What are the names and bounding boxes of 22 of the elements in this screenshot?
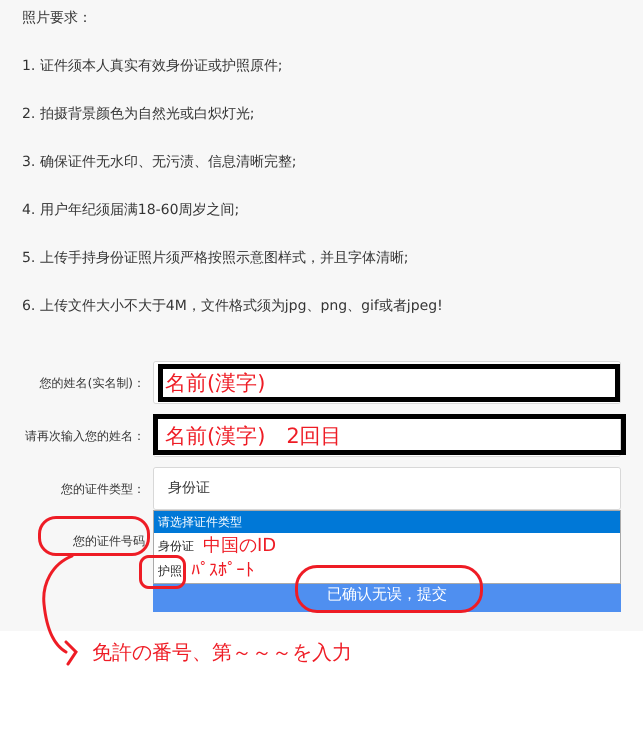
requirement-item: 6. 上传文件大小不大于4M，文件格式须为jpg、png、gif或者jpeg! — [22, 297, 444, 316]
requirement-item: 2. 拍摄背景颜色为自然光或白炽灯光; — [22, 105, 256, 124]
requirement-item: 1. 证件须本人真实有效身份证或护照原件; — [22, 57, 284, 76]
annotation-text: 名前(漢字) 2回目 — [165, 422, 342, 448]
requirement-item: 4. 用户年纪须届满18-60周岁之间; — [22, 201, 240, 220]
option-label: 身份证 — [158, 538, 194, 554]
requirement-item: 5. 上传手持身份证照片须严格按照示意图样式，并且字体清晰; — [22, 249, 410, 268]
field-label: 您的姓名(实名制)： — [40, 374, 145, 392]
annotation-text: 中国のID — [203, 534, 276, 556]
dropdown-option[interactable]: 请选择证件类型 — [154, 511, 620, 533]
annotation-text: 名前(漢字) — [165, 370, 266, 396]
annotation-text: ﾊﾟｽﾎﾟｰﾄ — [191, 560, 254, 582]
field-label: 您的证件类型： — [61, 480, 145, 498]
annotation-note: 免許の番号、第～～～を入力 — [92, 639, 352, 665]
select-field[interactable]: 身份证 — [153, 467, 621, 510]
option-label: 请选择证件类型 — [158, 514, 242, 531]
option-label: 护照 — [158, 562, 182, 580]
field-label: 请再次输入您的姓名： — [25, 428, 145, 444]
requirements-title: 照片要求： — [22, 9, 93, 28]
field-label: 您的证件号码 — [73, 533, 145, 550]
input-field[interactable]: 名前(漢字) — [153, 361, 621, 404]
requirement-item: 3. 确保证件无水印、无污渍、信息清晰完整; — [22, 153, 298, 172]
